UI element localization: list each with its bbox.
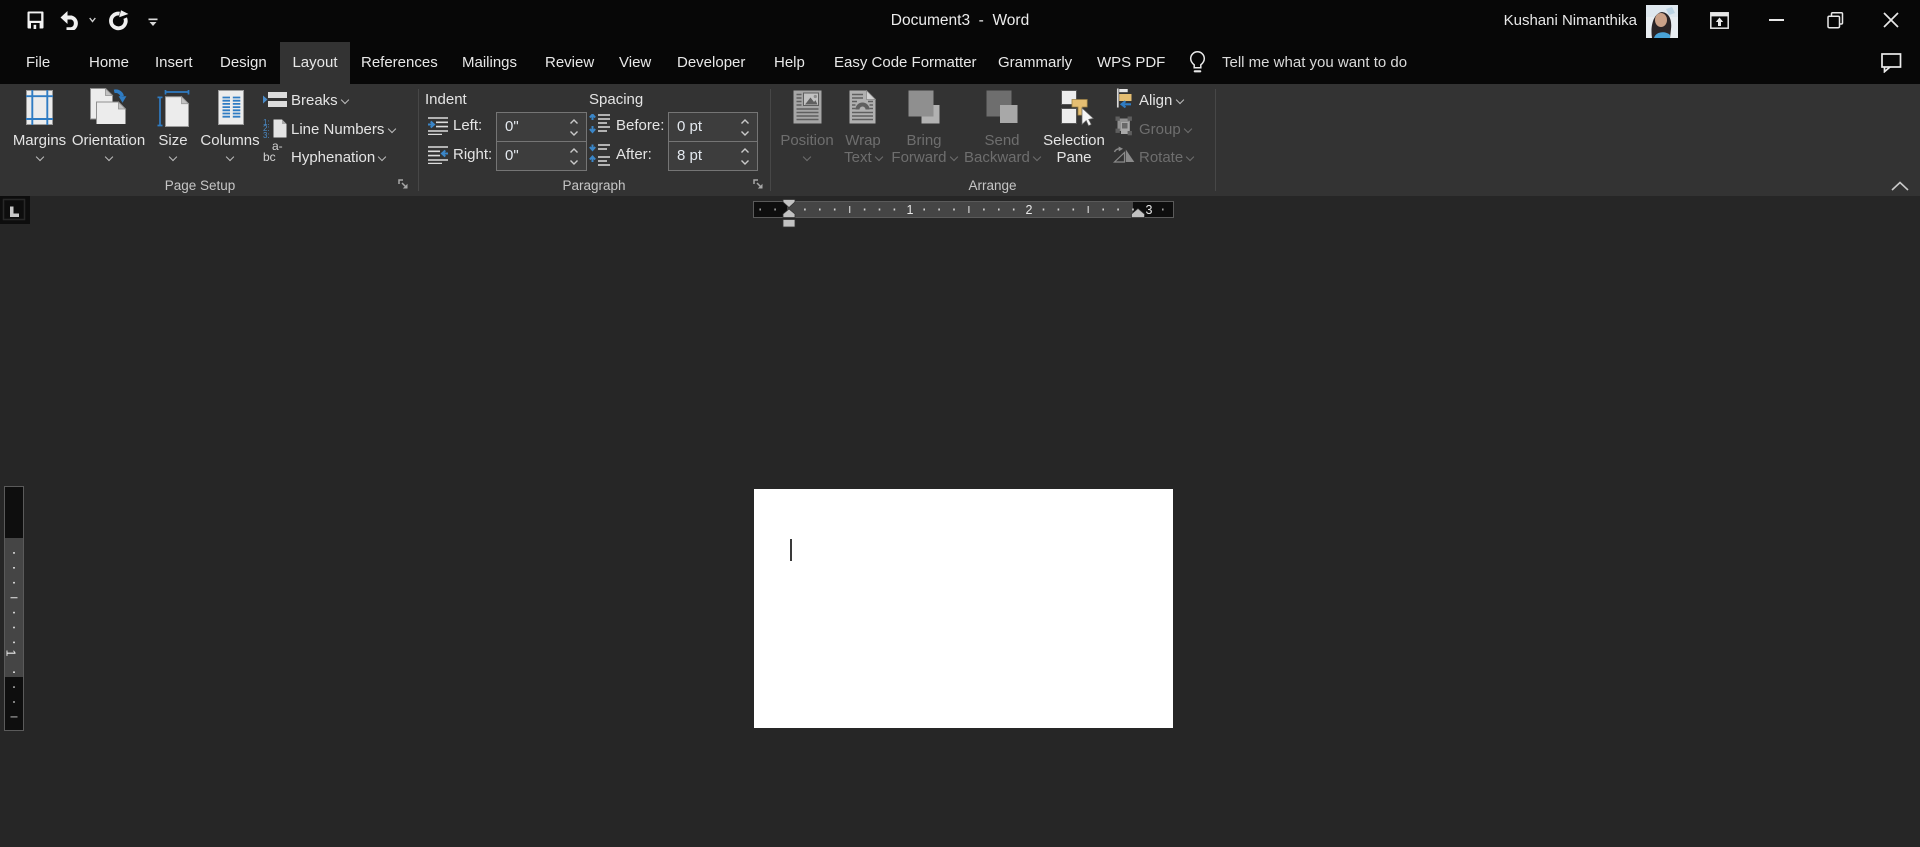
svg-text:2: 2: [1026, 203, 1033, 217]
svg-text:3: 3: [1146, 203, 1153, 217]
svg-text:1: 1: [4, 650, 18, 657]
svg-text:1: 1: [907, 203, 914, 217]
